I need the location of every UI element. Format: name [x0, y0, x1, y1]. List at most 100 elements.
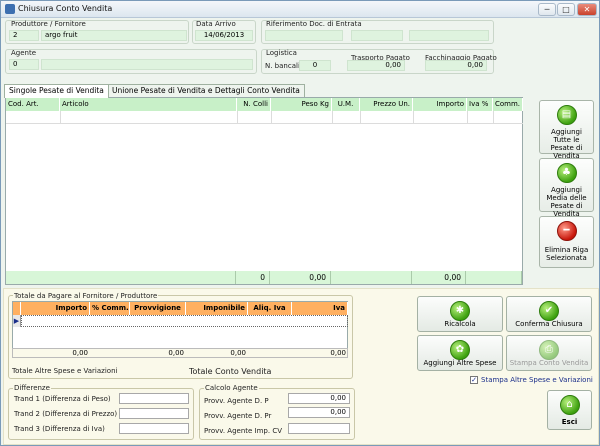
totals-row-header [13, 302, 21, 315]
tcol-aliq-iva[interactable]: Aliq. Iva [248, 302, 292, 315]
ricalcola-button[interactable]: ✱ Ricalcola [417, 296, 503, 332]
trand1-field[interactable] [119, 393, 189, 404]
minimize-button[interactable]: ─ [538, 3, 556, 16]
producer-name-field[interactable]: argo fruit [41, 30, 187, 41]
grid-line [237, 111, 238, 123]
trand3-field[interactable] [119, 423, 189, 434]
flower-icon: ✿ [450, 340, 470, 360]
arrival-label: Data Arrivo [196, 20, 236, 28]
sum-blank-end [466, 271, 522, 284]
tree-icon: ♣ [556, 163, 577, 183]
home-icon: ⌂ [559, 395, 580, 415]
grid-line [467, 111, 468, 123]
items-grid[interactable]: Cod. Art. Articolo N. Colli Peso Kg U.M.… [5, 97, 523, 285]
agent-calc-label: Calcolo Agente [204, 384, 259, 392]
add-all-weighings-button[interactable]: ▤ Aggiungi Tutte le Pesate di Vendita [539, 100, 594, 160]
col-cod-art[interactable]: Cod. Art. [6, 98, 60, 111]
tab-singole-pesate[interactable]: Singole Pesate di Vendita [4, 84, 109, 98]
grid-line [271, 111, 272, 123]
col-um[interactable]: U.M. [332, 98, 360, 111]
gear-icon: ✱ [450, 301, 470, 321]
reference-field-1[interactable] [265, 30, 343, 41]
conto-vendita-label: Totale Conto Vendita [189, 367, 272, 376]
other-expenses-label: Totale Altre Spese e Variazioni [12, 367, 118, 375]
window-title: Chiusura Conto Vendita [18, 4, 113, 13]
col-peso-kg[interactable]: Peso Kg [271, 98, 332, 111]
totals-group-label: Totale da Pagare al Fornitore / Produtto… [13, 292, 159, 300]
col-n-colli[interactable]: N. Colli [237, 98, 271, 111]
esci-button[interactable]: ⌂ Esci [547, 390, 592, 430]
col-iva[interactable]: Iva % [467, 98, 493, 111]
totals-current-row[interactable] [21, 315, 348, 327]
sum-peso: 0,00 [270, 271, 331, 284]
check-icon: ✔ [539, 301, 559, 321]
grid-line [360, 111, 361, 123]
col-comm[interactable]: Comm. [493, 98, 523, 111]
col-prezzo-un[interactable]: Prezzo Un. [360, 98, 413, 111]
app-icon [5, 4, 15, 14]
producer-code-field[interactable]: 2 [9, 30, 39, 41]
grid-line [493, 111, 494, 123]
provv-cv-label: Provv. Agente Imp. CV [204, 427, 283, 435]
bancali-field[interactable]: 0 [299, 60, 331, 71]
reference-label: Riferimento Doc. di Entrata [266, 20, 362, 28]
agent-name-field[interactable] [41, 59, 253, 70]
minus-icon: ━ [556, 221, 577, 241]
grid-line [60, 111, 61, 123]
col-importo[interactable]: Importo [413, 98, 467, 111]
tcol-provvigione[interactable]: Provvigione [130, 302, 186, 315]
stampa-altre-spese-label: Stampa Altre Spese e Variazioni [481, 376, 593, 384]
provv-dpr-label: Provv. Agente D. Pr [204, 412, 272, 420]
provv-cv-field[interactable] [288, 423, 350, 434]
bancali-label: N. bancali [265, 62, 300, 70]
reference-field-3[interactable] [409, 30, 489, 41]
trand3-label: Trand 3 (Differenza di Iva) [14, 425, 105, 433]
tsum-imponibile: 0,00 [230, 349, 246, 357]
sum-row-blank [6, 271, 236, 284]
grid-line [413, 111, 414, 123]
trand2-field[interactable] [119, 408, 189, 419]
tsum-provvigione: 0,00 [168, 349, 184, 357]
tcol-imponibile[interactable]: Imponibile [186, 302, 248, 315]
row-pointer-icon: ▶ [13, 315, 21, 327]
tab-unione-pesate[interactable]: Unione Pesate di Vendita e Dettagli Cont… [107, 84, 305, 97]
producer-label: Produttore / Fornitore [11, 20, 86, 28]
delete-row-button[interactable]: ━ Elimina Riga Selezionata [539, 216, 594, 268]
add-average-weighings-button[interactable]: ♣ Aggiungi Media delle Pesate di Vendita [539, 158, 594, 218]
stampa-conto-vendita-button[interactable]: ⎙ Stampa Conto Vendita [506, 335, 592, 371]
logistics-label: Logistica [266, 49, 297, 57]
maximize-button[interactable]: □ [557, 3, 575, 16]
col-articolo[interactable]: Articolo [60, 98, 237, 111]
tcol-comm[interactable]: % Comm. [90, 302, 130, 315]
conferma-chiusura-button[interactable]: ✔ Conferma Chiusura [506, 296, 592, 332]
printer-icon: ⎙ [539, 340, 559, 360]
page-icon: ▤ [556, 105, 577, 125]
title-bar[interactable]: Chiusura Conto Vendita ─ □ ✕ [1, 1, 599, 18]
sum-importo: 0,00 [412, 271, 466, 284]
grid-line [332, 111, 333, 123]
arrival-date-field[interactable]: 14/06/2013 [195, 30, 253, 41]
packing-field[interactable]: 0,00 [425, 60, 487, 71]
tcol-iva[interactable]: Iva [292, 302, 348, 315]
stampa-altre-spese-checkbox[interactable]: ✓ [470, 376, 478, 384]
trand1-label: Trand 1 (Differenza di Peso) [14, 395, 111, 403]
aggiungi-altre-spese-button[interactable]: ✿ Aggiungi Altre Spese [417, 335, 503, 371]
provv-dp-field[interactable]: 0,00 [288, 393, 350, 404]
provv-dp-label: Provv. Agente D. P [204, 397, 269, 405]
close-button[interactable]: ✕ [577, 3, 597, 16]
provv-dpr-field[interactable]: 0,00 [288, 407, 350, 418]
agent-label: Agente [11, 49, 37, 57]
sum-blank [331, 271, 412, 284]
main-window: Chiusura Conto Vendita ─ □ ✕ Produttore … [0, 0, 600, 446]
tsum-iva: 0,00 [330, 349, 346, 357]
differences-label: Differenze [13, 384, 51, 392]
transport-field[interactable]: 0,00 [347, 60, 405, 71]
reference-field-2[interactable] [351, 30, 403, 41]
totals-sum-row: 0,00 0,00 0,00 0,00 [12, 348, 348, 358]
tcol-importo[interactable]: Importo [21, 302, 90, 315]
agent-code-field[interactable]: 0 [9, 59, 39, 70]
tsum-importo: 0,00 [72, 349, 88, 357]
trand2-label: Trand 2 (Differenza di Prezzo) [14, 410, 118, 418]
grid-row-line [6, 123, 523, 124]
sum-colli: 0 [236, 271, 270, 284]
